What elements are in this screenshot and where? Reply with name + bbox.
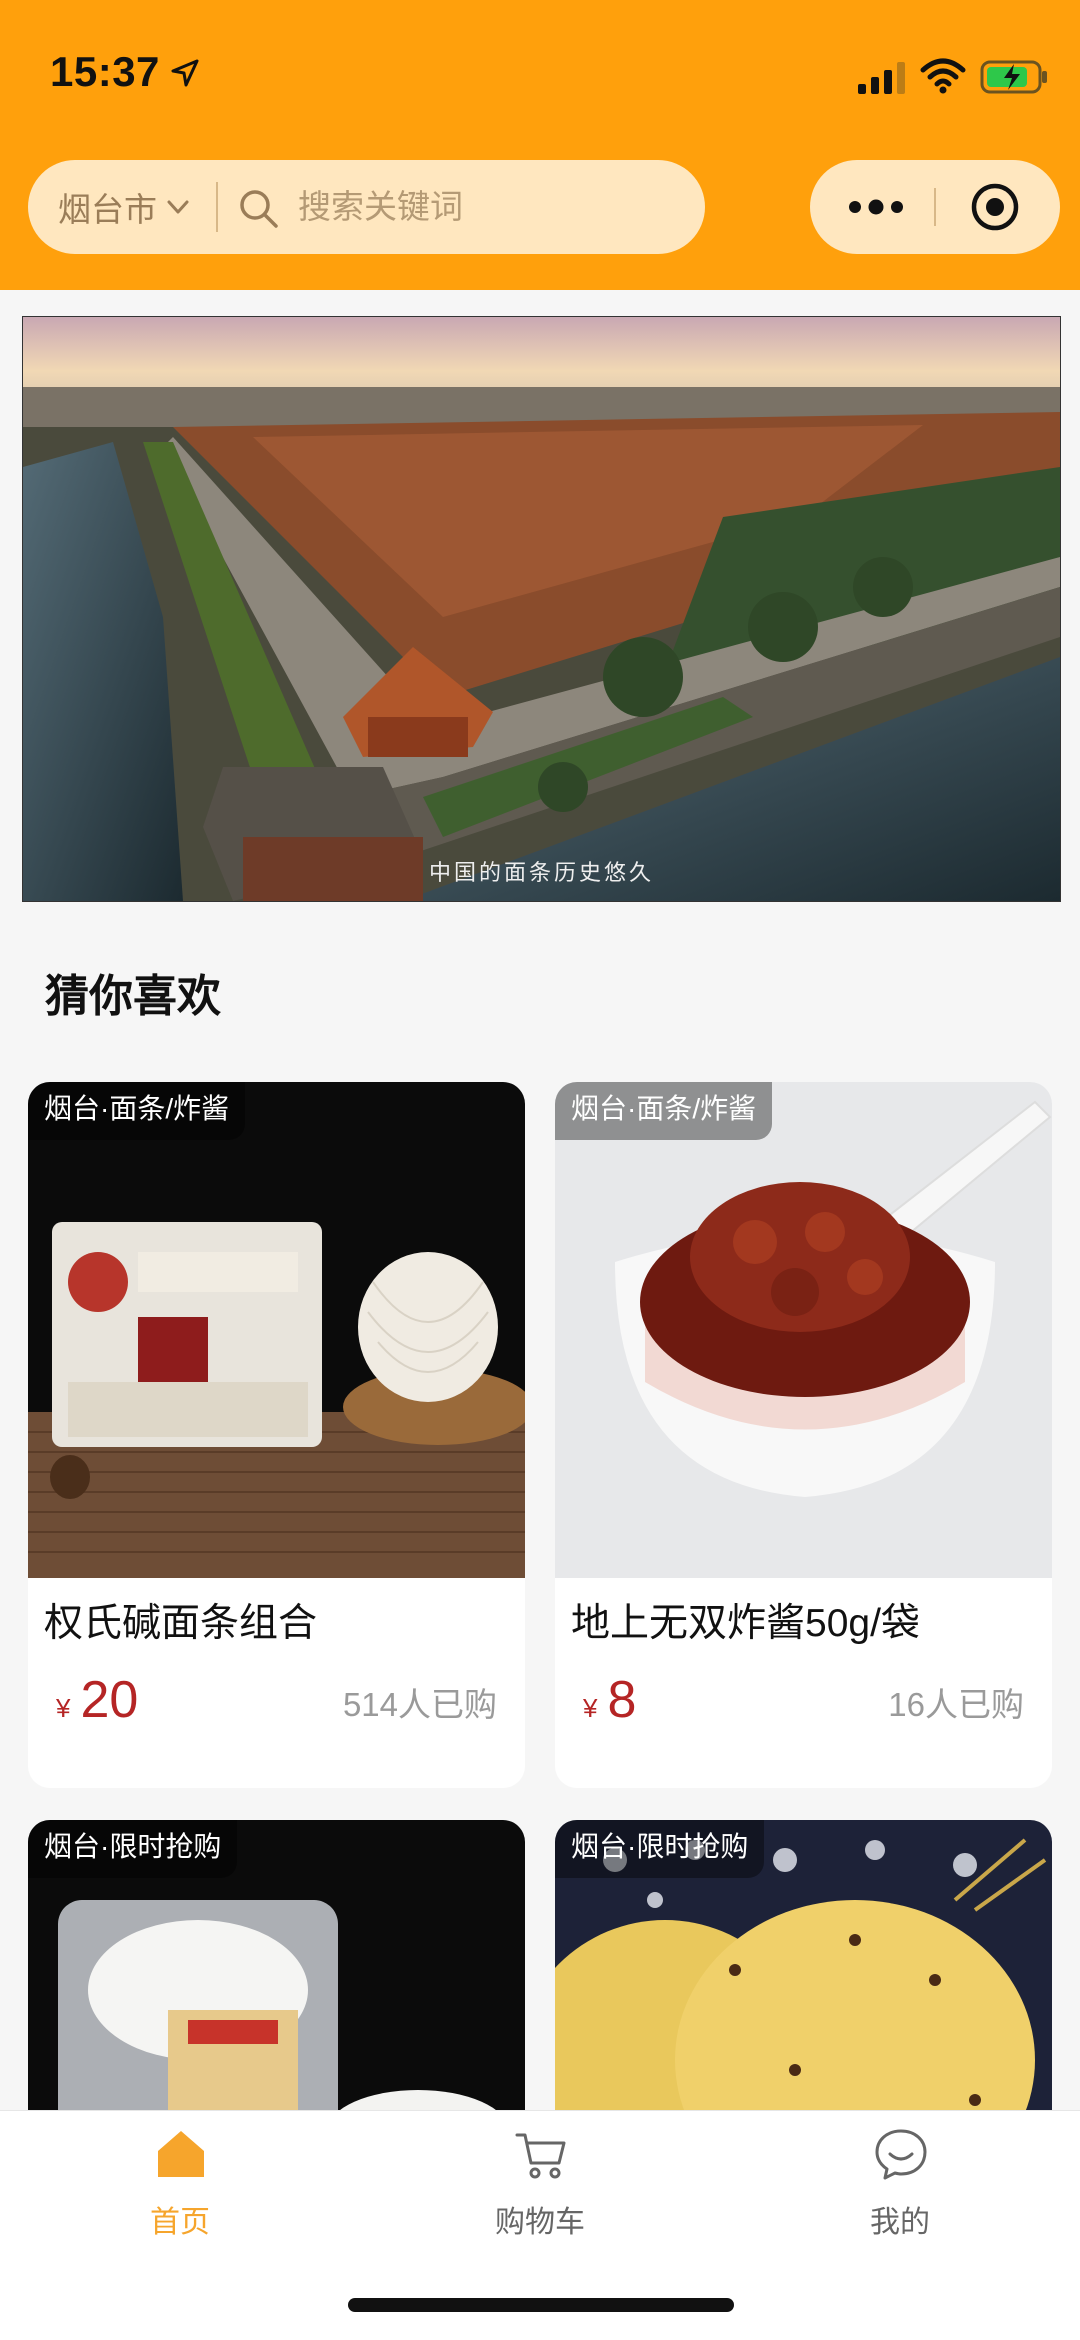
product-card[interactable]: 烟台·面条/炸酱 权氏碱面条组合 ¥20 514人已购 [28,1082,525,1788]
product-price: ¥8 [583,1670,636,1730]
search-icon [240,190,278,228]
hero-banner[interactable]: 中国的面条历史悠久 [22,316,1061,902]
currency-symbol: ¥ [56,1693,71,1723]
tab-home[interactable]: 首页 [0,2111,360,2271]
sold-count: 514人已购 [342,1686,497,1723]
search-input[interactable]: 搜索关键词 [298,160,463,254]
more-dots-icon[interactable] [845,190,907,224]
wifi-icon [920,58,966,94]
product-tag: 烟台·限时抢购 [28,1820,238,1878]
tab-label: 首页 [150,2206,210,2239]
forbidden-city-aerial-image [23,317,1060,901]
product-price: ¥20 [56,1670,138,1730]
sold-count: 16人已购 [888,1686,1024,1723]
tab-me[interactable]: 我的 [720,2111,1080,2271]
noodle-package-image [28,1082,525,1578]
tab-label: 我的 [870,2206,930,2239]
app-header: 15:37 烟台市 搜索关键词 [0,0,1080,290]
product-card[interactable]: 烟台·限时抢购 [555,1820,1052,2140]
cart-icon [515,2133,566,2179]
product-card[interactable]: 烟台·限时抢购 [28,1820,525,2140]
product-tag: 烟台·面条/炸酱 [28,1082,246,1140]
price-value: 8 [607,1671,637,1729]
product-name: 地上无双炸酱50g/袋 [571,1602,920,1645]
miniprogram-capsule [810,160,1060,254]
cellular-signal-icon [858,62,905,94]
product-card[interactable]: 烟台·面条/炸酱 地上无双炸酱50g/袋 ¥8 16人已购 [555,1082,1052,1788]
close-target-icon[interactable] [970,182,1020,232]
search-bar[interactable]: 烟台市 搜索关键词 [28,160,705,254]
product-name: 权氏碱面条组合 [44,1602,318,1645]
city-selector[interactable]: 烟台市 [58,160,191,254]
home-indicator [348,2298,734,2312]
product-tag: 烟台·限时抢购 [555,1820,765,1878]
zhajiang-sauce-bowl-image [555,1082,1052,1578]
tab-label: 购物车 [495,2206,585,2239]
chevron-down-icon [167,200,189,214]
home-icon [158,2131,204,2177]
tab-cart[interactable]: 购物车 [360,2111,720,2271]
battery-charging-icon [980,60,1047,94]
section-title: 猜你喜欢 [45,972,221,1021]
capsule-divider [934,188,936,226]
price-value: 20 [80,1671,139,1729]
chat-bubble-icon [875,2129,927,2180]
currency-symbol: ¥ [583,1693,598,1723]
city-label: 烟台市 [58,191,157,228]
status-time: 15:37 [50,48,160,95]
location-arrow-icon [171,59,199,87]
search-divider [216,182,218,232]
banner-caption: 中国的面条历史悠久 [428,860,654,885]
product-tag: 烟台·面条/炸酱 [555,1082,773,1140]
